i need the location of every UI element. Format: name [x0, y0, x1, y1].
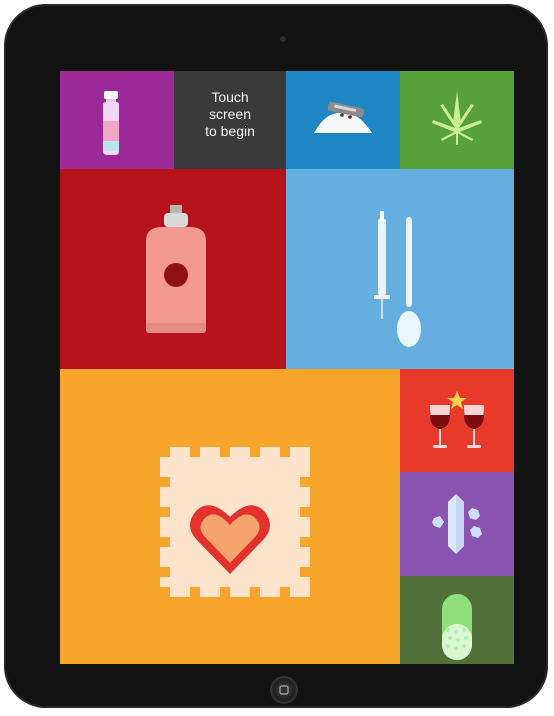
tile-powder[interactable] [286, 71, 400, 169]
tablet-frame: Touch screen to begin [4, 4, 548, 708]
capsule-icon [442, 594, 472, 660]
tile-spray[interactable] [60, 169, 286, 369]
bottle-icon [103, 91, 119, 155]
start-prompt-line-3: to begin [205, 123, 255, 139]
syringe-spoon-icon [374, 211, 421, 347]
start-tile[interactable]: Touch screen to begin [174, 71, 286, 169]
start-prompt: Touch screen to begin [174, 89, 286, 140]
screen[interactable]: Touch screen to begin [60, 71, 514, 664]
crystals-icon [432, 494, 482, 554]
start-prompt-line-2: screen [208, 106, 252, 122]
start-prompt-line-1: Touch [211, 89, 249, 105]
tile-tab[interactable] [60, 369, 400, 664]
tile-leaf[interactable] [400, 71, 514, 169]
spray-can-icon [146, 205, 206, 333]
home-button[interactable] [270, 676, 298, 704]
tile-needle[interactable] [286, 169, 514, 369]
tile-pill[interactable] [400, 576, 514, 664]
powder-razor-icon [314, 101, 372, 133]
tile-wine[interactable] [400, 369, 514, 472]
home-icon [276, 682, 292, 698]
wine-glasses-icon [430, 391, 484, 448]
camera-dot [280, 36, 286, 42]
blotter-heart-icon [160, 447, 310, 597]
tile-crystal[interactable] [400, 472, 514, 576]
tile-bottle[interactable] [60, 71, 174, 169]
cannabis-leaf-icon [432, 91, 482, 145]
